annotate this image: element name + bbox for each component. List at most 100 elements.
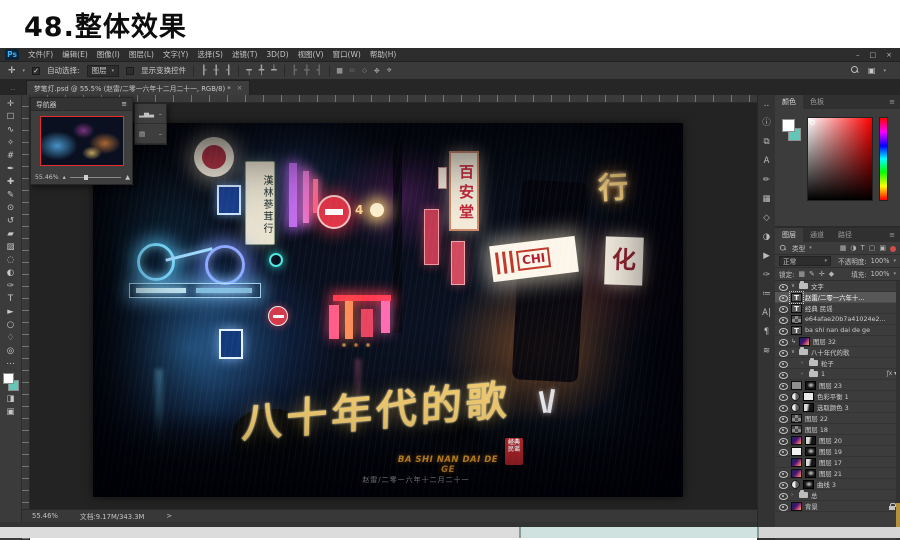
pen-tool[interactable]: ✑ [1, 280, 21, 293]
layer-name[interactable]: 文字 [811, 282, 900, 291]
foreground-color-swatch[interactable] [782, 119, 795, 132]
layer-row[interactable]: 图层 17 [775, 457, 900, 468]
auto-select-dropdown[interactable]: 图层 ▾ [86, 64, 120, 77]
filter-type-icon[interactable]: T [860, 244, 864, 252]
document-tab[interactable]: 梦笔灯.psd @ 55.5% (赵雷/二零一六年十二月二十一, RGB/8) … [26, 80, 251, 95]
visibility-eye-icon[interactable] [778, 336, 788, 347]
layer-name[interactable]: 色彩平衡 1 [817, 392, 900, 401]
group-arrow-icon[interactable]: ∨ [791, 349, 796, 355]
distribute-spacing-icon[interactable]: ≔ [349, 66, 354, 76]
canvas-document[interactable]: 漢林蔘茸行 4 百安堂 行 CHI 化 八十年代的歌 经典 民谣 BA SHI … [93, 123, 683, 497]
visibility-eye-icon[interactable] [778, 380, 788, 391]
visibility-eye-icon[interactable] [778, 468, 788, 479]
menu-window[interactable]: 窗口(W) [333, 49, 361, 60]
3d-axis-icon[interactable]: ⌖ [387, 66, 392, 76]
layer-name[interactable]: 背景 [805, 502, 886, 511]
current-tool-icon[interactable]: ✛ [8, 66, 16, 76]
layer-row[interactable]: e64afae20b7a41024e2... [775, 314, 900, 325]
visibility-eye-icon[interactable] [778, 358, 788, 369]
adjustments-panel-icon[interactable]: ◑ [763, 232, 770, 242]
filter-pixel-icon[interactable]: ▦ [840, 244, 847, 252]
menu-filter[interactable]: 滤镜(T) [232, 49, 257, 60]
layer-name[interactable]: 图层 17 [819, 458, 900, 467]
scrollbar-thumb[interactable] [896, 503, 900, 529]
group-arrow-icon[interactable]: › [801, 371, 806, 377]
layer-name[interactable]: 经典 民谣 [805, 304, 900, 313]
layer-row-group[interactable]: › 1 ƒx ▾ [775, 369, 900, 380]
collapse-icon[interactable]: – [159, 110, 162, 118]
align-left-icon[interactable]: ┠ [201, 66, 206, 76]
layer-name[interactable]: 粒子 [821, 359, 900, 368]
layer-row[interactable]: 图层 22 [775, 413, 900, 424]
status-arrow-icon[interactable]: > [166, 512, 172, 520]
filter-smart-object-icon[interactable]: ▣ [879, 244, 886, 252]
visibility-eye-icon[interactable] [778, 402, 788, 413]
close-button[interactable]: × [886, 51, 892, 59]
collapse-dock-icon[interactable]: ‥ [764, 99, 770, 109]
eyedropper-tool[interactable]: ✒ [1, 163, 21, 176]
type-tool[interactable]: T [1, 293, 21, 306]
layer-name[interactable]: 图层 21 [819, 469, 900, 478]
panel-menu-icon[interactable]: ≡ [121, 100, 127, 108]
visibility-eye-icon[interactable] [778, 391, 788, 402]
visibility-eye-icon[interactable] [778, 347, 788, 358]
menu-type[interactable]: 文字(Y) [163, 49, 188, 60]
filter-toggle-icon[interactable] [890, 246, 896, 252]
layer-row-selected[interactable]: T 赵雷/二零一六年十... [775, 290, 900, 304]
auto-select-checkbox[interactable]: ✓ [32, 66, 41, 75]
layer-row[interactable]: 图层 19 [775, 446, 900, 457]
history-brush-tool[interactable]: ↺ [1, 215, 21, 228]
color-swatches[interactable] [2, 373, 20, 393]
layer-row[interactable]: 图层 18 [775, 424, 900, 435]
navigator-zoom-value[interactable]: 55.46% [35, 174, 59, 181]
character-styles-panel-icon[interactable]: A| [762, 308, 771, 318]
align-bottom-icon[interactable]: ┷ [271, 66, 276, 76]
visibility-eye-icon[interactable] [778, 281, 788, 292]
restore-button[interactable]: □ [870, 51, 877, 59]
layer-name[interactable]: 1 [821, 370, 884, 378]
minimize-button[interactable]: – [856, 51, 860, 59]
align-middle-icon[interactable]: ╇ [259, 66, 264, 76]
status-zoom-value[interactable]: 55.46% [32, 512, 58, 520]
menu-help[interactable]: 帮助(H) [370, 49, 397, 60]
hand-tool[interactable]: ♢ [1, 332, 21, 345]
eraser-tool[interactable]: ▰ [1, 228, 21, 241]
brush-tool[interactable]: ✎ [1, 189, 21, 202]
brush-settings-panel-icon[interactable]: ✏ [763, 175, 770, 185]
lasso-tool[interactable]: ∿ [1, 124, 21, 137]
visibility-eye-icon[interactable] [778, 325, 788, 336]
layer-row-group[interactable]: ∨ 文字 [775, 281, 900, 292]
filter-search-icon[interactable] [779, 244, 787, 251]
tab-paths[interactable]: 路径 [831, 228, 859, 242]
info-panel-icon[interactable]: ⓘ [762, 118, 771, 128]
layer-name[interactable]: 图层 22 [805, 414, 900, 423]
group-arrow-icon[interactable]: › [801, 360, 806, 366]
zoom-out-small-icon[interactable]: ▴ [63, 174, 66, 181]
crop-tool[interactable]: # [1, 150, 21, 163]
tab-channels[interactable]: 通道 [803, 228, 831, 242]
distribute-left-icon[interactable]: ┣ [292, 66, 297, 76]
layer-name[interactable]: 八十年代的歌 [811, 348, 900, 357]
layer-row-background[interactable]: 背景 [775, 501, 900, 512]
layer-name[interactable]: 图层 23 [819, 381, 900, 390]
search-icon[interactable] [850, 66, 860, 75]
group-arrow-icon[interactable]: › [791, 492, 796, 498]
clone-stamp-tool[interactable]: ⊙ [1, 202, 21, 215]
tab-layers[interactable]: 图层 [775, 228, 803, 242]
panel-menu-icon[interactable]: ≡ [889, 228, 900, 242]
lock-pixels-icon[interactable]: ✎ [809, 270, 815, 278]
paragraph-panel-icon[interactable]: ≔ [762, 289, 771, 299]
zoom-in-large-icon[interactable]: ▲ [125, 174, 130, 181]
layer-row[interactable]: 色彩平衡 1 [775, 391, 900, 402]
filter-shape-icon[interactable]: ▢ [869, 244, 876, 252]
warp-icon[interactable]: ◇ [362, 66, 367, 76]
layer-row[interactable]: 选取颜色 3 [775, 402, 900, 413]
navigator-thumbnail[interactable] [40, 116, 124, 166]
menu-file[interactable]: 文件(F) [28, 49, 53, 60]
opacity-value[interactable]: 100% [871, 257, 890, 265]
filter-adjustment-icon[interactable]: ◑ [850, 244, 856, 252]
lock-all-icon[interactable]: ◆ [829, 270, 834, 278]
scrollbar-segment[interactable] [0, 527, 519, 538]
layer-row[interactable]: 曲线 3 [775, 479, 900, 490]
layer-row-group[interactable]: › 总 [775, 490, 900, 501]
